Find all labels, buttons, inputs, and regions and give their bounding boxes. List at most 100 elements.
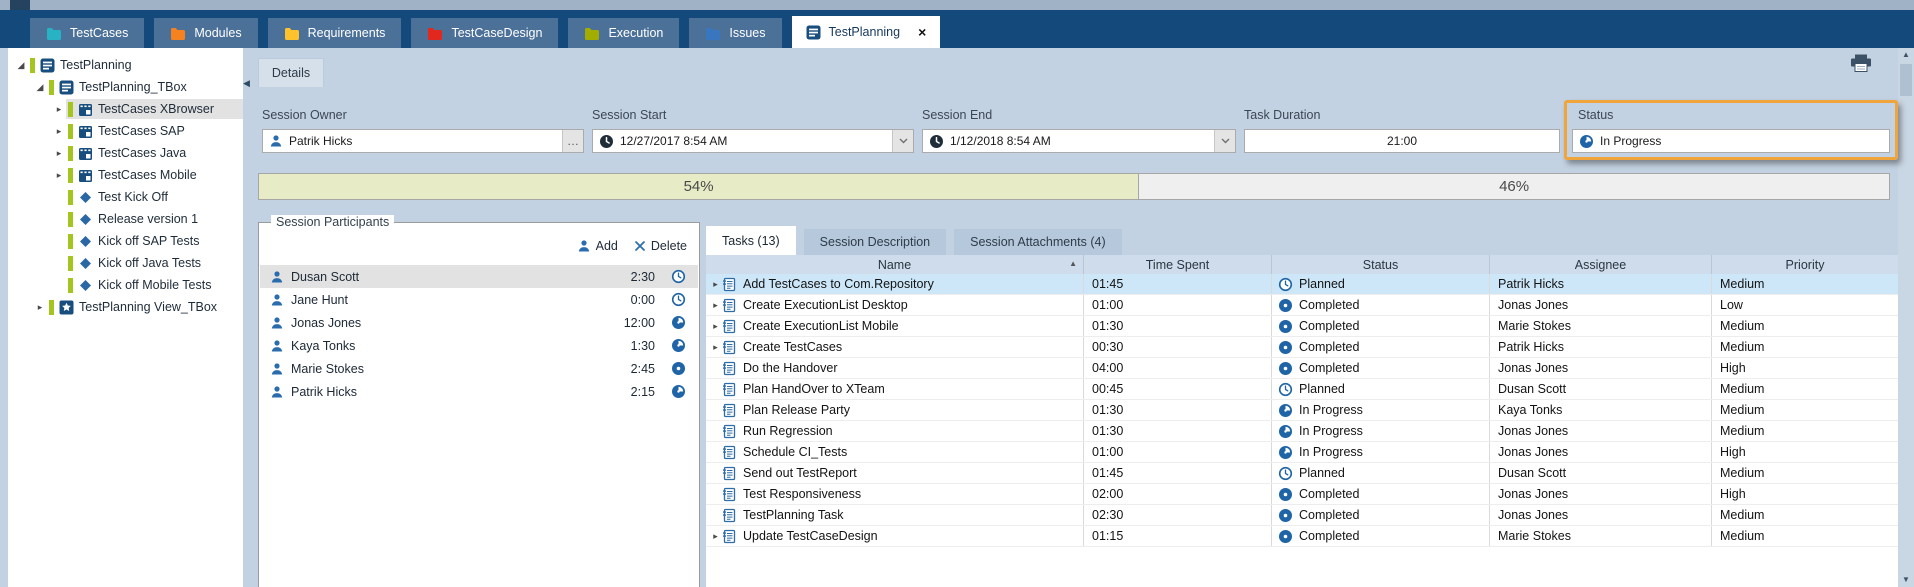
detail-tabs: Tasks (13) Session Description Session Att…: [706, 226, 1122, 255]
table-row[interactable]: TestPlanning Task02:30CompletedJonas Jon…: [706, 505, 1898, 526]
table-row[interactable]: ▸Create ExecutionList Desktop01:00Comple…: [706, 295, 1898, 316]
session-owner-field[interactable]: Patrik Hicks …: [262, 129, 584, 153]
table-row[interactable]: Plan Release Party01:30In ProgressKaya T…: [706, 400, 1898, 421]
row-expander-icon[interactable]: ▸: [709, 321, 722, 332]
session-start-field[interactable]: 12/27/2017 8:54 AM: [592, 129, 914, 153]
delete-participant-button[interactable]: Delete: [634, 239, 687, 253]
time-spent-cell: 02:30: [1084, 505, 1272, 525]
row-expander-icon[interactable]: ▸: [709, 342, 722, 353]
inprogress-status-icon: [671, 315, 686, 330]
participant-row[interactable]: Patrik Hicks2:15: [260, 380, 698, 403]
scroll-up-icon[interactable]: ▲: [1898, 51, 1914, 59]
module-tab-requirements[interactable]: Requirements: [268, 18, 402, 48]
session-end-dropdown-button[interactable]: [1214, 130, 1235, 152]
tab-tasks-13[interactable]: Tasks (13): [706, 226, 796, 255]
tree-item-testplanning-view-tbox[interactable]: ▸TestPlanning View_TBox: [8, 296, 243, 318]
tree-item-kick-off-java-tests[interactable]: Kick off Java Tests: [8, 252, 243, 274]
participant-row[interactable]: Dusan Scott2:30: [260, 265, 698, 288]
tree-expander-icon[interactable]: ▸: [33, 302, 47, 313]
module-tab-testcases[interactable]: TestCases: [30, 18, 144, 48]
tree-item-test-kick-off[interactable]: Test Kick Off: [8, 186, 243, 208]
participant-row[interactable]: Marie Stokes2:45: [260, 357, 698, 380]
column-header-priority[interactable]: Priority: [1712, 255, 1898, 274]
status-field[interactable]: In Progress: [1572, 129, 1890, 153]
row-expander-icon[interactable]: ▸: [709, 279, 722, 290]
table-row[interactable]: ▸Add TestCases to Com.Repository01:45Pla…: [706, 274, 1898, 295]
status-cell: Planned: [1272, 463, 1490, 483]
tree-item-label: Kick off SAP Tests: [98, 234, 199, 248]
table-row[interactable]: Do the Handover04:00CompletedJonas Jones…: [706, 358, 1898, 379]
participant-row[interactable]: Jane Hunt0:00: [260, 288, 698, 311]
task-name: Run Regression: [743, 424, 833, 438]
module-tab-issues[interactable]: Issues: [689, 18, 781, 48]
tree-expander-icon[interactable]: ▸: [52, 148, 66, 159]
module-tab-label: Issues: [729, 26, 765, 40]
close-tab-icon[interactable]: ×: [918, 25, 926, 39]
calendar-icon: [78, 168, 93, 183]
tree-item-testcases-sap[interactable]: ▸TestCases SAP: [8, 120, 243, 142]
table-row[interactable]: Run Regression01:30In ProgressJonas Jone…: [706, 421, 1898, 442]
module-tab-modules[interactable]: Modules: [154, 18, 257, 48]
status-cell: In Progress: [1272, 400, 1490, 420]
row-expander-icon[interactable]: ▸: [709, 531, 722, 542]
session-start-dropdown-button[interactable]: [892, 130, 913, 152]
tree-item-testplanning[interactable]: ◢TestPlanning: [8, 54, 243, 76]
tree-item-kick-off-mobile-tests[interactable]: Kick off Mobile Tests: [8, 274, 243, 296]
column-header-assignee[interactable]: Assignee: [1490, 255, 1712, 274]
completed-status-icon: [1278, 508, 1293, 523]
tab-session-description[interactable]: Session Description: [804, 229, 946, 255]
add-person-icon: [577, 239, 591, 253]
participant-name: Marie Stokes: [291, 362, 364, 376]
tree-item-body: Release version 1: [66, 209, 243, 229]
table-row[interactable]: ▸Create TestCases00:30CompletedPatrik Hi…: [706, 337, 1898, 358]
tree-item-testcases-xbrowser[interactable]: ▸TestCases XBrowser: [8, 98, 243, 120]
session-end-field[interactable]: 1/12/2018 8:54 AM: [922, 129, 1236, 153]
table-row[interactable]: ▸Update TestCaseDesign01:15CompletedMari…: [706, 526, 1898, 547]
add-participant-button[interactable]: Add: [577, 239, 618, 253]
column-header-label: Name: [878, 258, 911, 272]
scrollbar-thumb[interactable]: [1900, 64, 1912, 96]
row-expander-icon[interactable]: ▸: [709, 300, 722, 311]
tree-item-testcases-java[interactable]: ▸TestCases Java: [8, 142, 243, 164]
participant-row[interactable]: Jonas Jones12:00: [260, 311, 698, 334]
tree-item-testplanning-tbox[interactable]: ◢TestPlanning_TBox: [8, 76, 243, 98]
tree-expander-icon[interactable]: ▸: [52, 126, 66, 137]
module-tab-label: TestCases: [70, 26, 128, 40]
table-row[interactable]: ▸Create ExecutionList Mobile01:30Complet…: [706, 316, 1898, 337]
column-header-time-spent[interactable]: Time Spent: [1084, 255, 1272, 274]
column-header-status[interactable]: Status: [1272, 255, 1490, 274]
tree-item-release-version-1[interactable]: Release version 1: [8, 208, 243, 230]
status-label: Completed: [1299, 298, 1359, 312]
session-owner-browse-button[interactable]: …: [562, 130, 583, 152]
tab-details[interactable]: Details: [258, 58, 324, 87]
tree-expander-icon[interactable]: ◢: [33, 82, 47, 93]
tree-item-testcases-mobile[interactable]: ▸TestCases Mobile: [8, 164, 243, 186]
task-duration-field[interactable]: 21:00: [1244, 129, 1560, 153]
print-icon[interactable]: [1849, 54, 1873, 72]
tab-session-attachments-4[interactable]: Session Attachments (4): [954, 229, 1121, 255]
tree-item-kick-off-sap-tests[interactable]: Kick off SAP Tests: [8, 230, 243, 252]
column-header-name[interactable]: Name▲: [706, 255, 1084, 274]
scroll-down-icon[interactable]: ▼: [1898, 576, 1914, 584]
tree-expander-icon[interactable]: ◢: [14, 60, 28, 71]
module-tab-execution[interactable]: Execution: [568, 18, 679, 48]
chevron-down-icon: [1221, 138, 1230, 144]
task-name-cell: ▸Update TestCaseDesign: [706, 526, 1084, 546]
time-spent-cell: 00:45: [1084, 379, 1272, 399]
session-participants-title: Session Participants: [271, 215, 394, 229]
tree-expander-icon[interactable]: ▸: [52, 170, 66, 181]
collapse-tree-icon[interactable]: ◀: [243, 78, 250, 89]
task-name: Create TestCases: [743, 340, 842, 354]
tree-expander-icon[interactable]: ▸: [52, 104, 66, 115]
person-icon: [270, 293, 284, 307]
table-row[interactable]: Test Responsiveness02:00CompletedJonas J…: [706, 484, 1898, 505]
table-row[interactable]: Plan HandOver to XTeam00:45PlannedDusan …: [706, 379, 1898, 400]
table-row[interactable]: Schedule CI_Tests01:00In ProgressJonas J…: [706, 442, 1898, 463]
participants-list: Dusan Scott2:30Jane Hunt0:00Jonas Jones1…: [260, 265, 698, 403]
table-row[interactable]: Send out TestReport01:45PlannedDusan Sco…: [706, 463, 1898, 484]
tab-testplanning-active[interactable]: TestPlanning×: [792, 16, 941, 48]
panel-splitter[interactable]: ◀: [243, 48, 252, 587]
module-tab-testcasedesign[interactable]: TestCaseDesign: [411, 18, 558, 48]
participant-row[interactable]: Kaya Tonks1:30: [260, 334, 698, 357]
vertical-scrollbar[interactable]: ▲ ▼: [1898, 48, 1914, 587]
